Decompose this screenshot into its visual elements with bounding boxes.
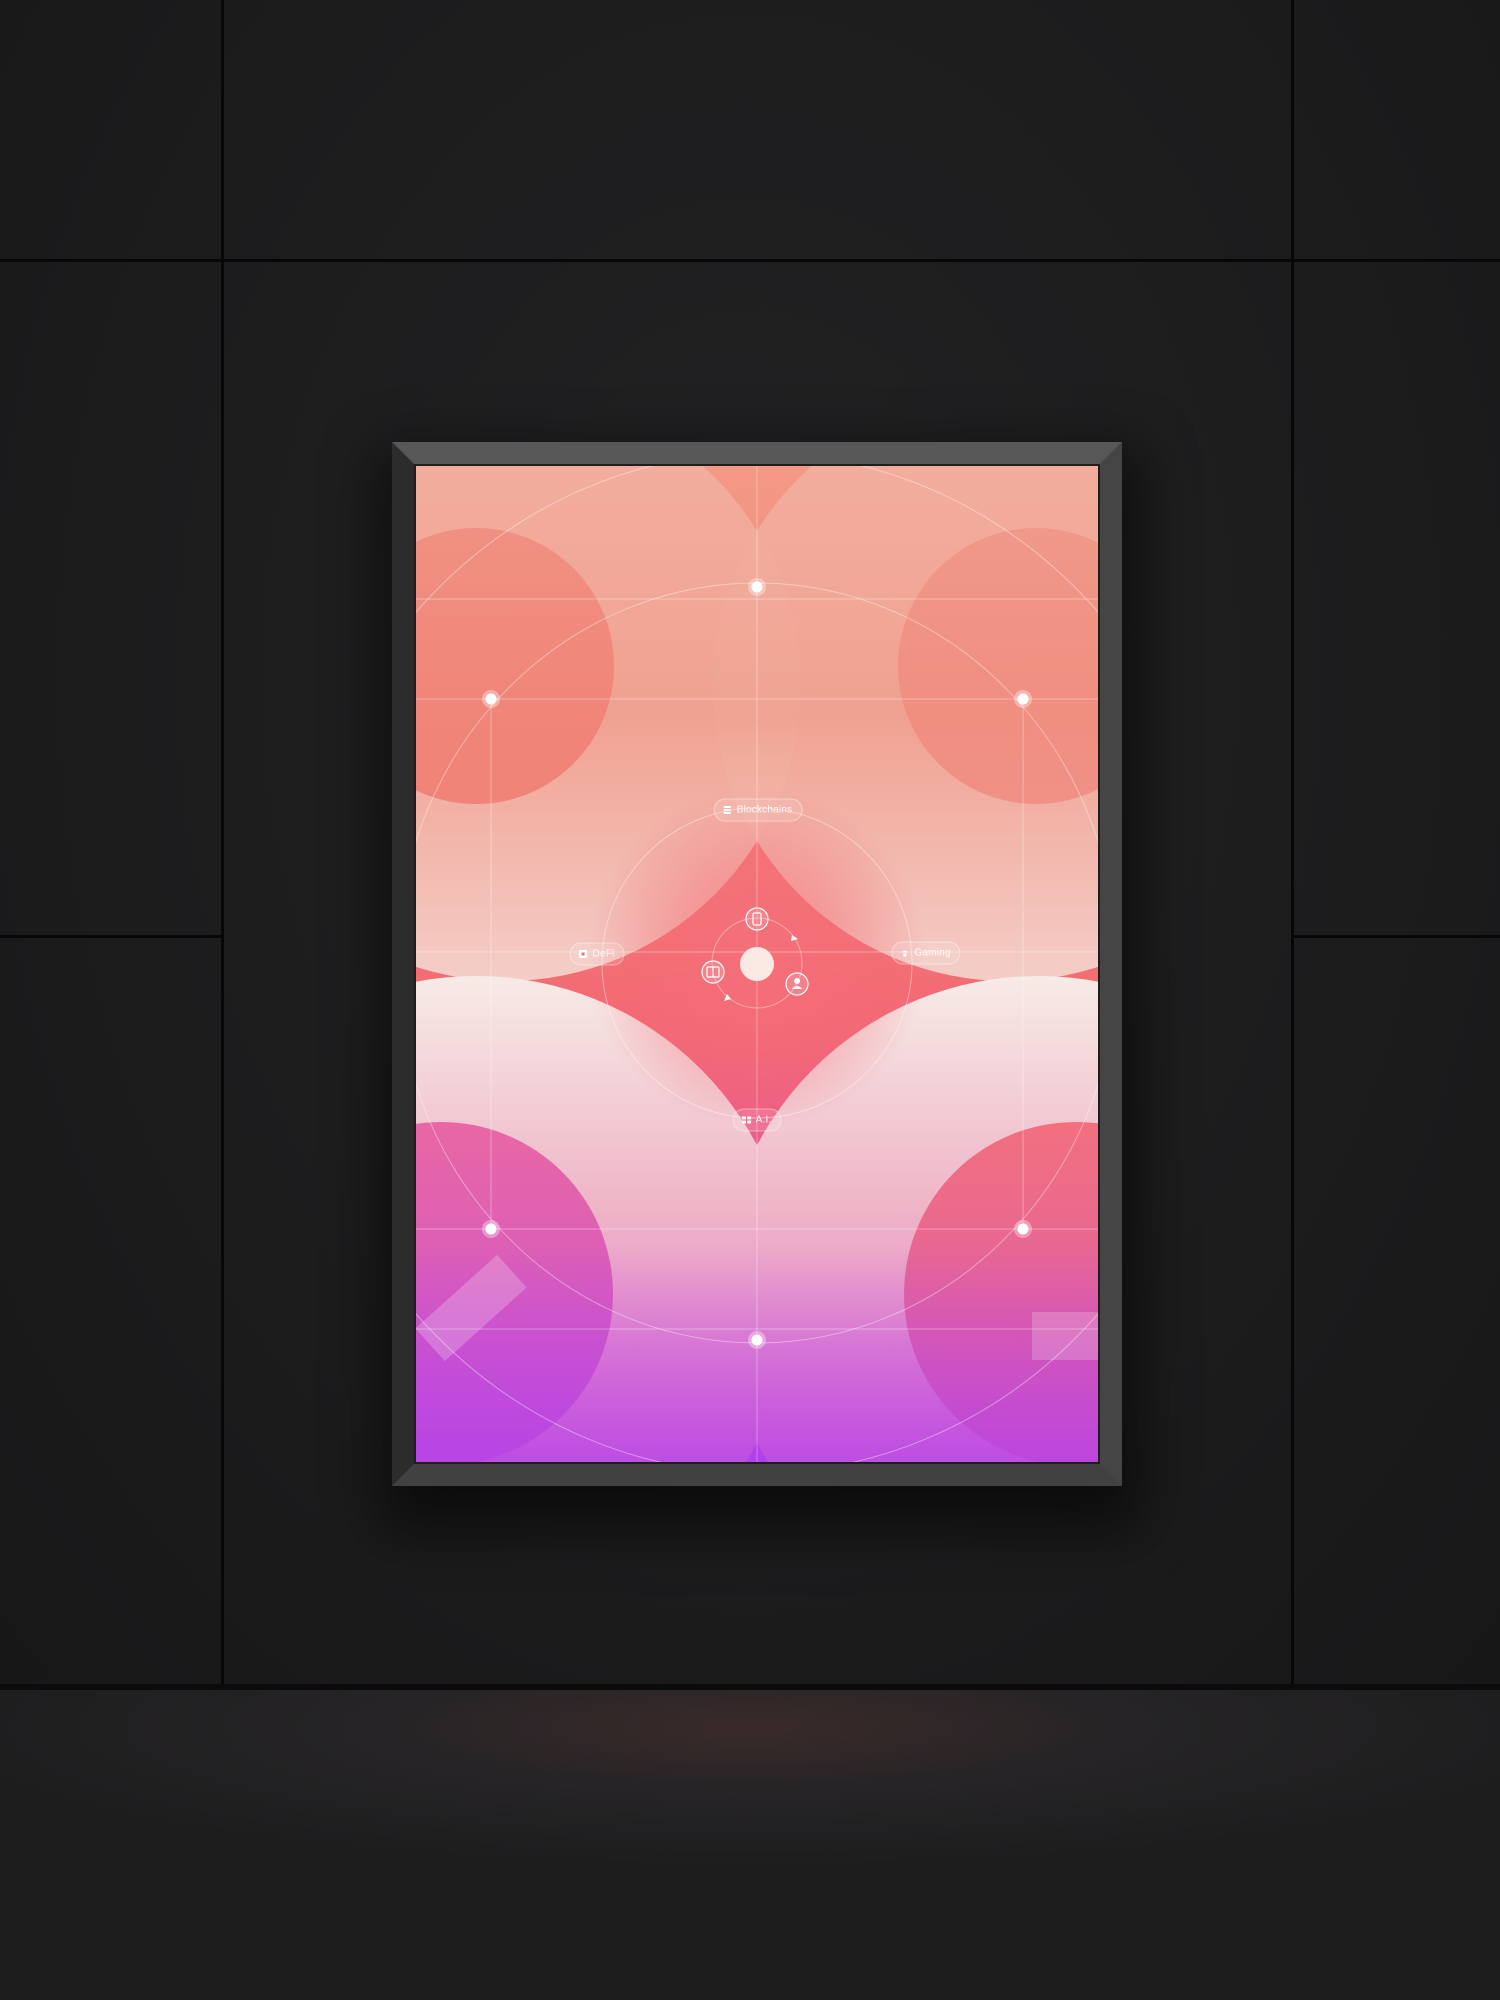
poster-artwork <box>416 466 1098 1462</box>
label-blockchains-text: Blockchains <box>736 804 793 816</box>
label-ai: A.I. <box>732 1108 782 1132</box>
wall-seam-horizontal-right-mid <box>1292 935 1500 938</box>
wall-seam-horizontal-left-mid <box>0 935 222 938</box>
floor <box>0 1690 1500 2000</box>
label-gaming-text: Gaming <box>914 947 951 959</box>
label-defi-text: DeFi <box>592 948 615 960</box>
hat-icon <box>900 949 909 958</box>
label-defi: DeFi <box>569 942 625 966</box>
wall-seam-vertical-left <box>221 0 224 1690</box>
label-ai-text: A.I. <box>755 1114 772 1126</box>
wall-seam-vertical-right <box>1291 0 1294 1690</box>
label-blockchains: Blockchains <box>713 798 803 822</box>
label-gaming: Gaming <box>891 941 961 965</box>
stack-icon <box>723 806 732 815</box>
chip-icon <box>742 1116 752 1125</box>
wall-seam-horizontal-top <box>0 259 1500 262</box>
coin-square-icon <box>579 950 588 959</box>
